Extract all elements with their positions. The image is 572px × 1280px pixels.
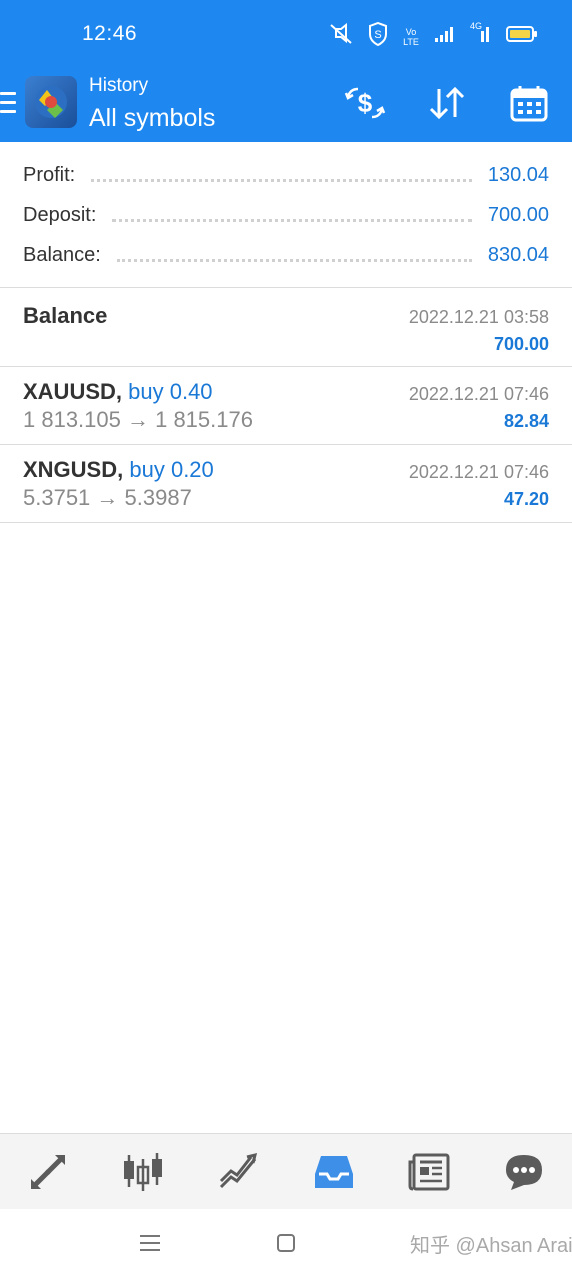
- deal-title: XAUUSD, buy 0.40: [23, 379, 213, 405]
- deal-title: XNGUSD, buy 0.20: [23, 457, 214, 483]
- metatrader-logo: [25, 76, 77, 128]
- deal-symbol: XAUUSD,: [23, 379, 123, 404]
- screen: 12:46 S Vo LTE 4G History All symbols $ …: [0, 0, 572, 1280]
- deposit-value: 700.00: [487, 203, 549, 226]
- deal-prices: 5.3751 → 5.3987: [23, 485, 192, 510]
- signal-icon: [434, 25, 456, 48]
- deal-time: 2022.12.21 07:46: [408, 384, 549, 404]
- calendar-icon[interactable]: [508, 82, 550, 124]
- recent-apps-icon[interactable]: [140, 1233, 160, 1258]
- dollar-exchange-icon[interactable]: $: [344, 82, 386, 124]
- shield-icon: S: [368, 21, 388, 51]
- profit-row: Profit: 130.04: [23, 160, 549, 190]
- balance-value: 830.04: [487, 243, 549, 266]
- deal-symbol: Balance: [23, 303, 108, 328]
- watermark: 知乎 @Ahsan Arain: [410, 1235, 572, 1257]
- header-subtitle: History: [89, 75, 149, 96]
- profit-label: Profit:: [23, 163, 76, 186]
- mute-icon: [328, 22, 354, 50]
- battery-icon: [506, 25, 538, 48]
- list-item[interactable]: XAUUSD, buy 0.40 1 813.105 → 1 815.176 2…: [0, 367, 572, 445]
- trade-icon[interactable]: [215, 1149, 261, 1195]
- list-item[interactable]: XNGUSD, buy 0.20 5.3751 → 5.3987 2022.12…: [0, 445, 572, 523]
- svg-text:$: $: [358, 88, 373, 118]
- history-icon[interactable]: [311, 1149, 357, 1195]
- status-icons: S Vo LTE 4G: [328, 21, 538, 51]
- deal-time: 2022.12.21 03:58: [408, 307, 549, 327]
- history-summary: Profit: 130.04 Deposit: 700.00 Balance: …: [0, 142, 572, 288]
- dotted-leader: [112, 212, 472, 222]
- dotted-leader: [91, 172, 472, 182]
- deposit-row: Deposit: 700.00: [23, 200, 549, 230]
- deal-type: buy 0.40: [128, 379, 213, 404]
- status-bar: 12:46 S Vo LTE 4G: [0, 0, 572, 68]
- balance-row: Balance: 830.04: [23, 240, 549, 270]
- network-label: 4G: [470, 21, 483, 31]
- profit-value: 130.04: [487, 163, 549, 186]
- messages-icon[interactable]: [501, 1149, 547, 1195]
- deal-symbol: XNGUSD,: [23, 457, 124, 482]
- header-title[interactable]: All symbols: [89, 104, 215, 133]
- volte-icon: Vo LTE: [402, 27, 420, 47]
- deal-time: 2022.12.21 07:46: [408, 462, 549, 482]
- deal-type: buy 0.20: [129, 457, 214, 482]
- dotted-leader: [116, 252, 472, 262]
- deal-prices: 1 813.105 → 1 815.176: [23, 407, 253, 432]
- system-navigation-bar: 知乎 @Ahsan Arain: [0, 1209, 572, 1280]
- list-item[interactable]: Balance 2022.12.21 03:58 700.00: [0, 289, 572, 367]
- news-icon[interactable]: [406, 1149, 452, 1195]
- header-actions: $: [344, 82, 550, 124]
- svg-text:S: S: [374, 29, 381, 41]
- signal-4g-icon: 4G: [470, 21, 492, 48]
- volte-label: Vo LTE: [403, 26, 419, 47]
- deal-amount: 700.00: [493, 334, 549, 354]
- deposit-label: Deposit:: [23, 203, 97, 226]
- deal-amount: 82.84: [503, 411, 549, 431]
- balance-label: Balance:: [23, 243, 101, 266]
- bottom-navigation: [0, 1133, 572, 1209]
- quotes-icon[interactable]: [25, 1149, 71, 1195]
- deal-amount: 47.20: [503, 489, 549, 509]
- sort-icon[interactable]: [426, 82, 468, 124]
- chart-icon[interactable]: [120, 1149, 166, 1195]
- app-header: History All symbols $: [0, 68, 572, 142]
- menu-icon[interactable]: [0, 92, 16, 114]
- home-icon[interactable]: [276, 1233, 296, 1258]
- status-time: 12:46: [82, 22, 138, 45]
